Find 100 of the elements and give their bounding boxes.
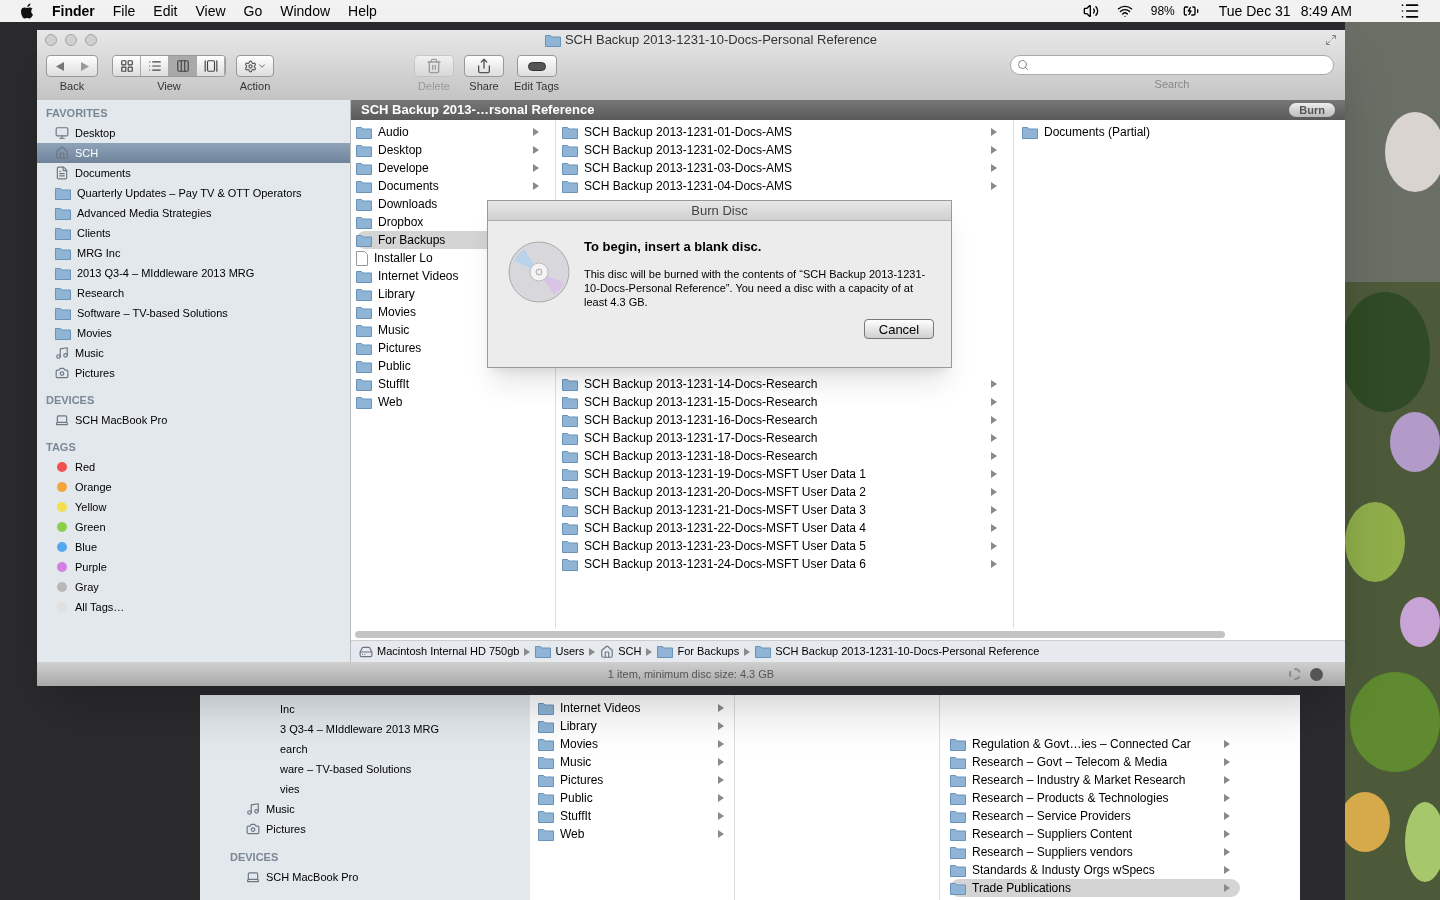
column-item[interactable]: Pictures <box>356 339 555 357</box>
wifi-icon[interactable] <box>1116 3 1133 19</box>
column-item[interactable]: Public <box>356 357 555 375</box>
sidebar-item[interactable]: Clients <box>37 223 350 243</box>
menu-item[interactable]: File <box>112 0 136 22</box>
sidebar-item[interactable]: Pictures <box>37 363 350 383</box>
column-item[interactable]: SCH Backup 2013-1231-18-Docs-Research <box>562 447 1013 465</box>
column-item[interactable]: Music <box>538 753 734 771</box>
sidebar-item[interactable]: Music <box>230 799 530 819</box>
column-item[interactable]: Documents <box>356 177 555 195</box>
sidebar-item[interactable]: Music <box>37 343 350 363</box>
sidebar-item[interactable]: Yellow <box>37 497 350 517</box>
column-item[interactable]: SCH Backup 2013-1231-16-Docs-Research <box>562 411 1013 429</box>
sidebar-item[interactable]: vies <box>230 779 530 799</box>
column-item[interactable]: SCH Backup 2013-1231-15-Docs-Research <box>562 393 1013 411</box>
sidebar-item[interactable]: Gray <box>37 577 350 597</box>
sidebar-item[interactable]: Documents <box>37 163 350 183</box>
column-item[interactable]: Standards & Industy Orgs wSpecs <box>950 861 1240 879</box>
back-forward-control[interactable] <box>46 55 98 77</box>
column-item[interactable]: Audio <box>356 123 555 141</box>
sidebar-item[interactable]: Pictures <box>230 819 530 839</box>
path-segment[interactable]: For Backups <box>657 643 740 660</box>
sidebar-item[interactable]: Purple <box>37 557 350 577</box>
sidebar-item[interactable]: Advanced Media Strategies <box>37 203 350 223</box>
view-mode-button[interactable] <box>197 56 225 76</box>
list-icon[interactable] <box>1400 1 1420 21</box>
column-item[interactable]: SCH Backup 2013-1231-23-Docs-MSFT User Data 5 <box>562 537 1013 555</box>
column-item[interactable]: Internet Videos <box>356 267 555 285</box>
path-segment[interactable]: SCH <box>600 643 642 660</box>
column-item[interactable]: Research – Service Providers <box>950 807 1240 825</box>
sidebar-item[interactable]: SCH MacBook Pro <box>37 410 350 430</box>
column-item[interactable]: Research – Suppliers Content <box>950 825 1240 843</box>
toolbar-button[interactable] <box>516 55 557 77</box>
refresh-icon[interactable] <box>1310 667 1323 681</box>
menu-item[interactable]: Finder <box>52 0 95 22</box>
path-segment[interactable]: Macintosh Internal HD 750gb <box>359 643 520 660</box>
apple-logo-icon[interactable] <box>20 3 34 19</box>
column-item[interactable]: StuffIt <box>538 807 734 825</box>
column-item[interactable]: Desktop <box>356 141 555 159</box>
menu-item[interactable]: View <box>195 0 226 22</box>
column-item[interactable]: SCH Backup 2013-1231-17-Docs-Research <box>562 429 1013 447</box>
column-item[interactable]: SCH Backup 2013-1231-04-Docs-AMS <box>562 177 1013 195</box>
sidebar-item[interactable]: 2013 Q3-4 – MIddleware 2013 MRG <box>37 263 350 283</box>
menu-item[interactable]: Edit <box>153 0 178 22</box>
toolbar-button[interactable] <box>464 55 504 77</box>
sidebar-item[interactable]: MRG Inc <box>37 243 350 263</box>
sidebar-item[interactable]: Quarterly Updates – Pay TV & OTT Operators <box>37 183 350 203</box>
search-field[interactable] <box>1010 55 1334 75</box>
column-item[interactable]: Regulation & Govt…ies – Connected Car <box>950 735 1240 753</box>
action-button[interactable] <box>236 55 274 77</box>
forward-arrow-icon[interactable] <box>80 61 89 71</box>
column-item[interactable]: Movies <box>356 303 555 321</box>
volume-icon[interactable] <box>1082 3 1099 19</box>
column-item[interactable]: Research – Govt – Telecom & Media <box>950 753 1240 771</box>
sidebar-item[interactable]: Inc <box>230 699 530 719</box>
sidebar-item[interactable]: Research <box>37 283 350 303</box>
column-item[interactable]: Downloads <box>356 195 555 213</box>
column-item[interactable]: SCH Backup 2013-1231-19-Docs-MSFT User Data 1 <box>562 465 1013 483</box>
scrollbar[interactable] <box>355 630 1225 638</box>
column-item[interactable]: SCH Backup 2013-1231-21-Docs-MSFT User Data 3 <box>562 501 1013 519</box>
menu-item[interactable]: Help <box>348 0 377 22</box>
column-item[interactable]: Movies <box>538 735 734 753</box>
sidebar-item[interactable]: Desktop <box>37 123 350 143</box>
sidebar-item[interactable]: Blue <box>37 537 350 557</box>
column-item[interactable]: SCH Backup 2013-1231-24-Docs-MSFT User Data 6 <box>562 555 1013 573</box>
back-arrow-icon[interactable] <box>55 61 64 71</box>
sidebar-item[interactable]: SCH MacBook Pro <box>230 867 530 887</box>
column-item[interactable]: SCH Backup 2013-1231-02-Docs-AMS <box>562 141 1013 159</box>
view-mode-button[interactable] <box>141 56 169 76</box>
column-item[interactable]: SCH Backup 2013-1231-03-Docs-AMS <box>562 159 1013 177</box>
sidebar-item[interactable]: All Tags… <box>37 597 350 617</box>
column-item[interactable]: Internet Videos <box>538 699 734 717</box>
column-item[interactable]: SCH Backup 2013-1231-20-Docs-MSFT User Data 2 <box>562 483 1013 501</box>
column-item[interactable]: Trade Publications <box>950 879 1240 897</box>
fullscreen-icon[interactable] <box>1325 34 1337 46</box>
column-item[interactable]: Installer Lo <box>356 249 555 267</box>
column-item[interactable]: Web <box>538 825 734 843</box>
menu-item[interactable]: Go <box>243 0 263 22</box>
column-item[interactable]: Research – Products & Technologies <box>950 789 1240 807</box>
sidebar-item[interactable]: earch <box>230 739 530 759</box>
cancel-button[interactable]: Cancel <box>864 318 934 339</box>
view-mode-button[interactable] <box>113 56 141 76</box>
column-item[interactable]: SCH Backup 2013-1231-22-Docs-MSFT User Data 4 <box>562 519 1013 537</box>
column-item[interactable]: Research – Suppliers vendors <box>950 843 1240 861</box>
menu-date[interactable]: Tue Dec 31 <box>1218 0 1291 22</box>
sidebar-item[interactable]: Green <box>37 517 350 537</box>
column-item[interactable]: SCH Backup 2013-1231-01-Docs-AMS <box>562 123 1013 141</box>
column-item[interactable]: SCH Backup 2013-1231-14-Docs-Research <box>562 375 1013 393</box>
column-item[interactable]: Pictures <box>538 771 734 789</box>
path-segment[interactable]: Users <box>535 643 585 660</box>
column-item[interactable]: Research – Industry & Market Research <box>950 771 1240 789</box>
column-item[interactable]: Public <box>538 789 734 807</box>
sidebar-item[interactable]: Red <box>37 457 350 477</box>
column-item[interactable]: Web <box>356 393 555 411</box>
column-item[interactable]: Develope <box>356 159 555 177</box>
column-item[interactable]: Library <box>538 717 734 735</box>
column-item[interactable]: Library <box>356 285 555 303</box>
column-item[interactable]: Documents (Partial) <box>1022 123 1345 141</box>
sidebar-item[interactable]: Software – TV-based Solutions <box>37 303 350 323</box>
sidebar-item[interactable]: Movies <box>37 323 350 343</box>
